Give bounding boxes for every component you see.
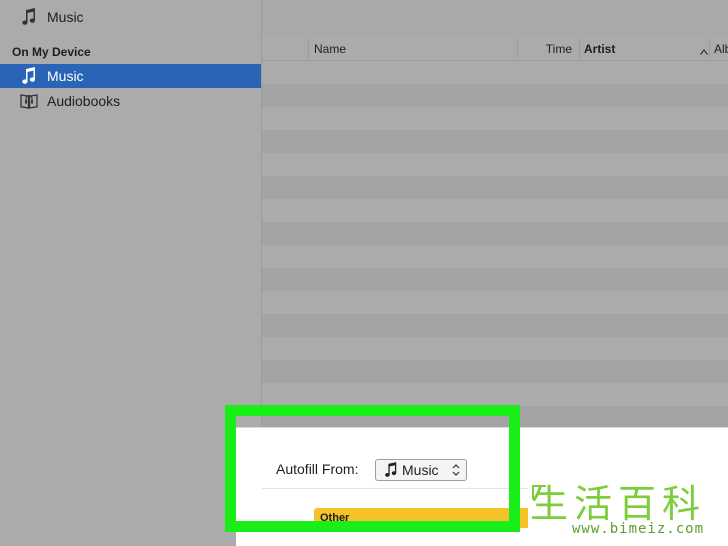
top-toolbar-area: [262, 0, 728, 38]
table-row: [262, 360, 728, 383]
table-row: [262, 84, 728, 107]
sidebar-item-audiobooks[interactable]: Audiobooks: [0, 89, 261, 113]
music-note-icon: [384, 462, 398, 478]
sidebar-item-label: Music: [47, 68, 84, 84]
sidebar-item-label: Music: [47, 9, 84, 25]
sidebar: Music On My Device Music Audiobooks: [0, 0, 262, 546]
music-note-icon: [20, 67, 38, 85]
table-row: [262, 291, 728, 314]
table-row: [262, 337, 728, 360]
column-separator: [308, 39, 309, 58]
column-header-album[interactable]: Alb: [714, 37, 728, 60]
sidebar-item-label: Audiobooks: [47, 93, 121, 109]
table-row: [262, 222, 728, 245]
watermark-url: www.bimeiz.com: [572, 521, 705, 537]
column-separator: [579, 39, 580, 58]
music-note-icon: [20, 8, 38, 26]
up-down-chevron-icon: [452, 463, 460, 480]
capacity-label: Other: [320, 512, 350, 524]
table-row: [262, 314, 728, 337]
autofill-selected-value: Music: [402, 462, 439, 478]
column-label: Time: [545, 41, 572, 56]
column-header-artist[interactable]: Artist: [584, 37, 712, 60]
column-separator: [709, 39, 710, 58]
table-row: [262, 383, 728, 406]
sort-ascending-icon: [700, 44, 708, 58]
sidebar-item-music-library[interactable]: Music: [0, 5, 261, 29]
track-list: [262, 61, 728, 431]
table-row: [262, 176, 728, 199]
column-label: Alb: [714, 41, 728, 56]
section-header-on-my-device: On My Device: [12, 45, 91, 59]
column-label: Artist: [584, 41, 616, 56]
table-row: [262, 153, 728, 176]
table-row: [262, 245, 728, 268]
watermark-logo: 生活百科: [530, 482, 707, 526]
sidebar-item-device-music[interactable]: Music: [0, 64, 261, 88]
autofill-from-label: Autofill From:: [276, 461, 359, 477]
table-row: [262, 406, 728, 429]
table-header: Name Time Artist Alb: [262, 37, 728, 61]
column-header-name[interactable]: Name: [314, 37, 514, 60]
column-label: Name: [314, 41, 347, 56]
capacity-bar-other: Other: [314, 508, 528, 528]
table-row: [262, 268, 728, 291]
table-row: [262, 199, 728, 222]
table-row: [262, 130, 728, 153]
table-row: [262, 61, 728, 84]
audiobook-icon: [20, 92, 38, 110]
column-header-time[interactable]: Time: [518, 37, 576, 60]
table-row: [262, 107, 728, 130]
autofill-source-select[interactable]: Music: [375, 459, 467, 481]
panel-divider: [236, 427, 728, 428]
